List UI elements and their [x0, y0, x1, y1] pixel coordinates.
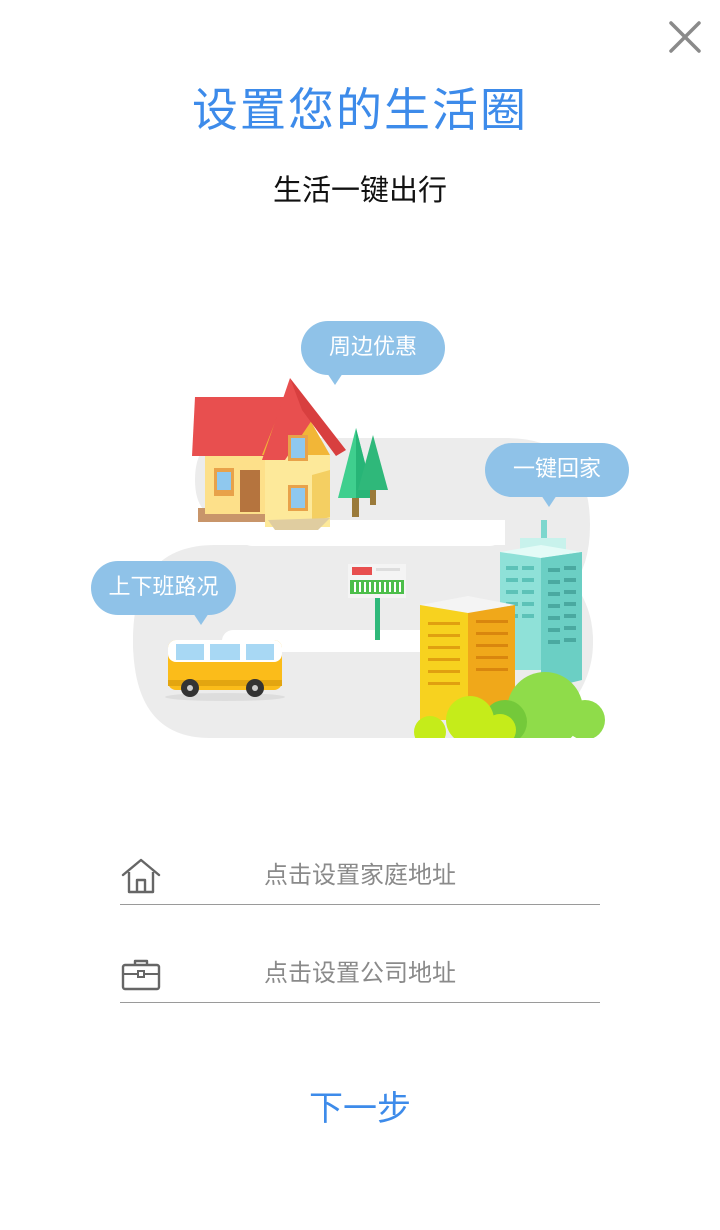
page-title: 设置您的生活圈: [192, 83, 528, 137]
close-button[interactable]: [664, 16, 706, 58]
bubble-label: 上下班路况: [108, 575, 219, 600]
next-step-button[interactable]: 下一步: [260, 1082, 460, 1136]
page-subtitle: 生活一键出行: [272, 173, 447, 207]
bubble-go-home: 一键回家: [485, 443, 629, 507]
bubble-commute-traffic: 上下班路况: [91, 561, 236, 625]
close-icon: [669, 21, 701, 53]
company-address-field[interactable]: 点击设置公司地址: [120, 952, 600, 1003]
bubble-nearby-discounts: 周边优惠: [301, 321, 445, 385]
bubble-label: 周边优惠: [328, 335, 417, 360]
company-address-placeholder: 点击设置公司地址: [264, 959, 456, 987]
home-address-placeholder: 点击设置家庭地址: [264, 861, 456, 889]
home-address-field[interactable]: 点击设置家庭地址: [120, 854, 600, 905]
life-circle-illustration: 周边优惠 一键回家 上下班路况: [0, 300, 720, 760]
bubble-label: 一键回家: [512, 457, 601, 482]
house-graphic: [192, 378, 346, 530]
